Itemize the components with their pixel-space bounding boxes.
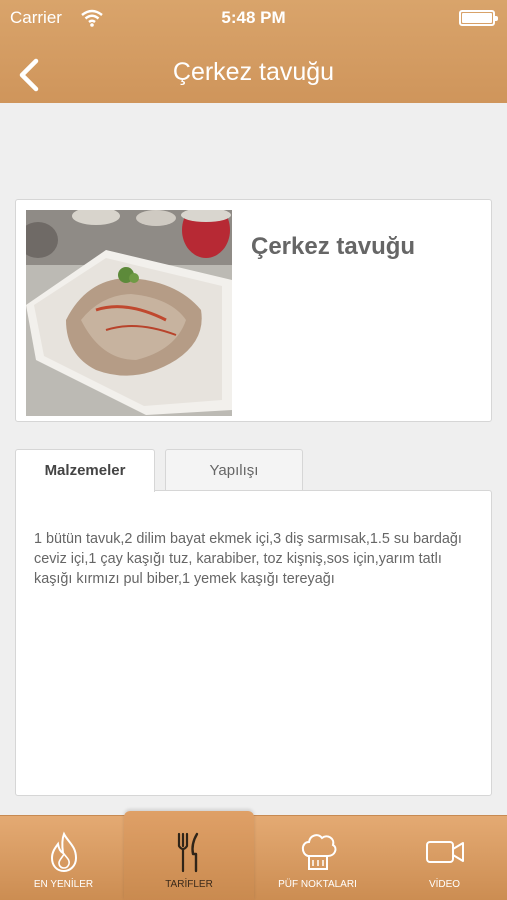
battery-icon <box>459 10 498 26</box>
ingredients-text: 1 bütün tavuk,2 dilim bayat ekmek içi,3 … <box>34 531 462 587</box>
recipe-card: Çerkez tavuğu <box>15 199 492 422</box>
recipe-title: Çerkez tavuğu <box>251 233 416 260</box>
status-bar: Carrier 5:48 PM <box>0 0 507 36</box>
chef-hat-icon <box>301 834 336 870</box>
flame-icon <box>50 831 77 873</box>
header: Carrier 5:48 PM Çerkez tavuğu <box>0 0 507 103</box>
page-title: Çerkez tavuğu <box>172 58 335 86</box>
video-camera-icon <box>425 841 464 863</box>
tab-bar: EN YENİLER TARİFLER PÜF NOKTALARI VİDEO <box>0 811 507 900</box>
tab-label: TARİFLER <box>165 879 213 890</box>
tab-tarifler[interactable]: TARİFLER <box>124 811 254 900</box>
tab-malzemeler[interactable]: Malzemeler <box>15 449 155 492</box>
tab-content-panel: 1 bütün tavuk,2 dilim bayat ekmek içi,3 … <box>15 490 492 796</box>
tab-puf-noktalari[interactable]: PÜF NOKTALARI <box>254 816 381 900</box>
tab-en-yeniler[interactable]: EN YENİLER <box>0 816 127 900</box>
tab-label: PÜF NOKTALARI <box>278 879 357 890</box>
clock: 5:48 PM <box>221 8 286 27</box>
recipe-photo[interactable] <box>26 210 232 416</box>
fork-knife-icon <box>177 832 199 873</box>
tab-video[interactable]: VİDEO <box>382 816 507 900</box>
tab-label: VİDEO <box>428 879 461 890</box>
tab-label: EN YENİLER <box>33 879 94 890</box>
tab-yapilisi[interactable]: Yapılışı <box>165 449 303 491</box>
